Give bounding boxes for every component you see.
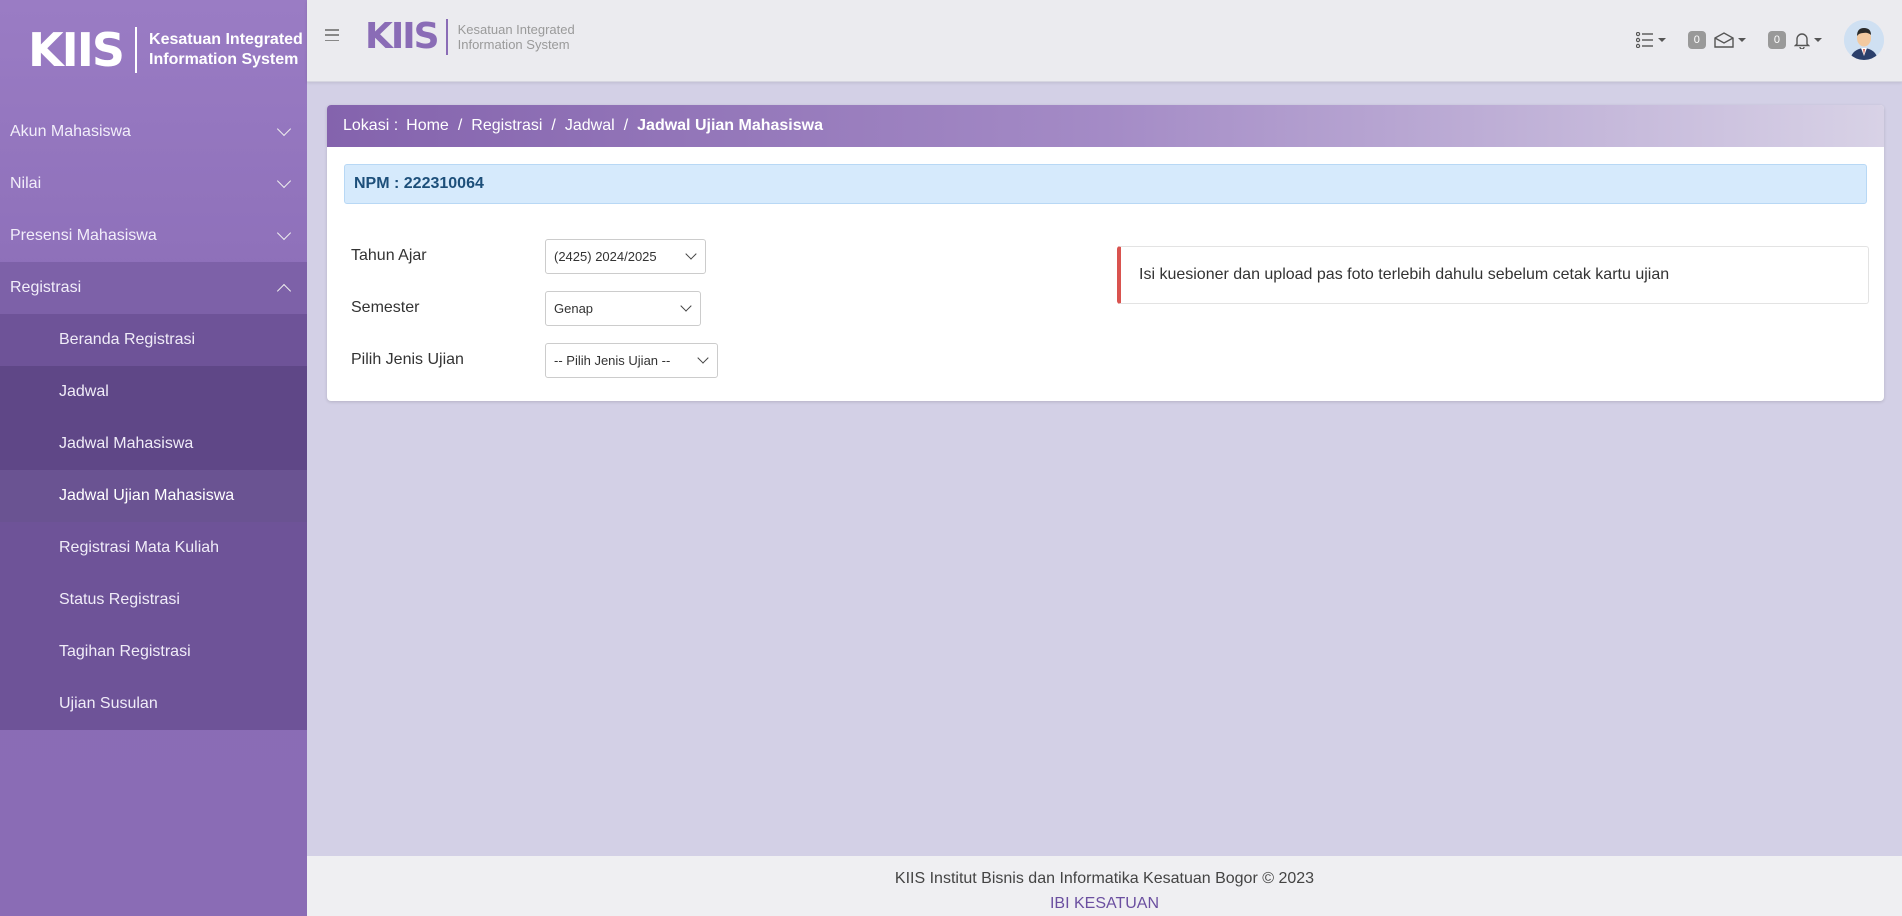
- bell-icon: [1794, 32, 1810, 49]
- tahun-ajar-label: Tahun Ajar: [351, 247, 427, 264]
- notifications-button[interactable]: 0: [1767, 31, 1822, 49]
- main-panel: Lokasi : Home / Registrasi / Jadwal / Ja…: [327, 105, 1884, 401]
- sidebar-group-registrasi: Registrasi Beranda Registrasi Jadwal Jad…: [0, 262, 307, 730]
- messages-count-badge: 0: [1687, 31, 1706, 49]
- messages-button[interactable]: 0: [1687, 31, 1746, 49]
- sidebar-item-label: Jadwal Mahasiswa: [59, 435, 194, 452]
- brand-name: Kesatuan Integrated Information System: [458, 22, 575, 52]
- semester-label: Semester: [351, 299, 420, 316]
- sidebar-item-jadwal-ujian-mahasiswa[interactable]: Jadwal Ujian Mahasiswa: [0, 470, 307, 522]
- semester-value: Genap: [554, 300, 594, 316]
- brand-line-1: Kesatuan Integrated: [149, 31, 303, 48]
- tahun-ajar-select[interactable]: (2425) 2024/2025: [545, 238, 706, 274]
- sidebar-item-nilai[interactable]: Nilai: [0, 158, 307, 210]
- breadcrumb: Lokasi : Home / Registrasi / Jadwal / Ja…: [327, 105, 1884, 147]
- breadcrumb-separator: /: [457, 117, 463, 134]
- sidebar-item-label: Akun Mahasiswa: [10, 123, 131, 140]
- breadcrumb-current: Jadwal Ujian Mahasiswa: [637, 117, 823, 134]
- form-row-tahun-ajar: Tahun Ajar (2425) 2024/2025: [351, 230, 718, 282]
- npm-label: NPM : 222310064: [354, 175, 484, 192]
- caret-down-icon: [1737, 38, 1746, 42]
- sidebar-item-label: Registrasi: [10, 279, 82, 296]
- hamburger-menu-icon[interactable]: [325, 29, 339, 41]
- sidebar-item-label: Jadwal: [59, 383, 109, 400]
- sidebar-item-label: Beranda Registrasi: [59, 331, 196, 348]
- caret-down-icon: [1814, 38, 1822, 42]
- sidebar-item-label: Status Registrasi: [59, 591, 180, 608]
- kiis-logo: KIIS: [28, 23, 125, 77]
- breadcrumb-home-link[interactable]: Home: [406, 117, 449, 135]
- topbar-logo[interactable]: KIIS Kesatuan Integrated Information Sys…: [365, 16, 575, 57]
- sidebar-item-status-registrasi[interactable]: Status Registrasi: [0, 574, 307, 626]
- list-menu-button[interactable]: [1635, 32, 1666, 48]
- user-avatar[interactable]: [1844, 20, 1884, 60]
- breadcrumb-registrasi-link[interactable]: Registrasi: [471, 117, 542, 135]
- sidebar-item-akun-mahasiswa[interactable]: Akun Mahasiswa: [0, 106, 307, 158]
- sidebar-item-label: Registrasi Mata Kuliah: [59, 539, 220, 556]
- breadcrumb-separator: /: [551, 117, 556, 134]
- chevron-down-icon: [697, 352, 709, 364]
- sidebar-item-label: Tagihan Registrasi: [59, 643, 191, 660]
- topbar-actions: 0 0: [1635, 20, 1884, 60]
- logo-divider: [445, 18, 448, 55]
- sidebar-item-jadwal[interactable]: Jadwal: [0, 366, 307, 418]
- chevron-down-icon: [276, 121, 292, 137]
- jenis-ujian-select[interactable]: -- Pilih Jenis Ujian --: [545, 342, 718, 378]
- sidebar-item-registrasi-mata-kuliah[interactable]: Registrasi Mata Kuliah: [0, 522, 307, 574]
- breadcrumb-jadwal-link[interactable]: Jadwal: [565, 117, 615, 135]
- brand-line-2: Information System: [457, 36, 570, 52]
- sidebar-item-jadwal-mahasiswa[interactable]: Jadwal Mahasiswa: [0, 418, 307, 470]
- chevron-down-icon: [276, 225, 292, 241]
- sidebar: KIIS Kesatuan Integrated Information Sys…: [0, 0, 307, 916]
- npm-info-box: NPM : 222310064: [344, 164, 1867, 204]
- sidebar-item-ujian-susulan[interactable]: Ujian Susulan: [0, 678, 307, 730]
- sidebar-item-tagihan-registrasi[interactable]: Tagihan Registrasi: [0, 626, 307, 678]
- breadcrumb-separator: /: [623, 117, 629, 134]
- brand-name: Kesatuan Integrated Information System: [149, 30, 303, 70]
- kiis-logo: KIIS: [365, 16, 440, 57]
- sidebar-menu: Akun Mahasiswa Nilai Presensi Mahasiswa …: [0, 106, 307, 730]
- semester-select[interactable]: Genap: [545, 290, 701, 326]
- exam-filter-form: Tahun Ajar (2425) 2024/2025 Semester Gen…: [351, 230, 718, 386]
- alert-message: Isi kuesioner dan upload pas foto terleb…: [1139, 266, 1670, 283]
- list-icon: [1635, 32, 1653, 48]
- footer: KIIS Institut Bisnis dan Informatika Kes…: [307, 856, 1902, 916]
- sidebar-item-beranda-registrasi[interactable]: Beranda Registrasi: [0, 314, 307, 366]
- envelope-icon: [1714, 32, 1734, 48]
- chevron-down-icon: [276, 173, 292, 189]
- sidebar-item-label: Jadwal Ujian Mahasiswa: [59, 487, 235, 504]
- chevron-down-icon: [685, 248, 697, 260]
- chevron-down-icon: [680, 300, 692, 312]
- jenis-ujian-label: Pilih Jenis Ujian: [351, 351, 464, 368]
- sidebar-item-label: Nilai: [10, 175, 42, 192]
- form-row-jenis-ujian: Pilih Jenis Ujian -- Pilih Jenis Ujian -…: [351, 334, 718, 386]
- sidebar-item-label: Ujian Susulan: [59, 695, 158, 712]
- footer-link[interactable]: IBI KESATUAN: [307, 891, 1902, 916]
- notifications-count-badge: 0: [1767, 31, 1786, 49]
- warning-alert: Isi kuesioner dan upload pas foto terleb…: [1117, 246, 1869, 304]
- caret-down-icon: [1657, 38, 1666, 42]
- tahun-ajar-value: (2425) 2024/2025: [554, 248, 657, 264]
- sidebar-item-registrasi[interactable]: Registrasi: [0, 262, 307, 314]
- logo-divider: [135, 27, 138, 73]
- brand-line-2: Information System: [149, 51, 299, 68]
- sidebar-brand[interactable]: KIIS Kesatuan Integrated Information Sys…: [0, 0, 307, 100]
- sidebar-item-presensi-mahasiswa[interactable]: Presensi Mahasiswa: [0, 210, 307, 262]
- brand-line-1: Kesatuan Integrated: [457, 21, 575, 37]
- sidebar-item-label: Presensi Mahasiswa: [10, 227, 157, 244]
- chevron-up-icon: [276, 283, 292, 299]
- user-avatar-icon: [1844, 20, 1884, 60]
- form-row-semester: Semester Genap: [351, 282, 718, 334]
- jenis-ujian-value: -- Pilih Jenis Ujian --: [554, 352, 671, 368]
- breadcrumb-prefix: Lokasi :: [343, 117, 399, 134]
- footer-copyright: KIIS Institut Bisnis dan Informatika Kes…: [894, 870, 1315, 887]
- topbar: KIIS Kesatuan Integrated Information Sys…: [307, 0, 1902, 82]
